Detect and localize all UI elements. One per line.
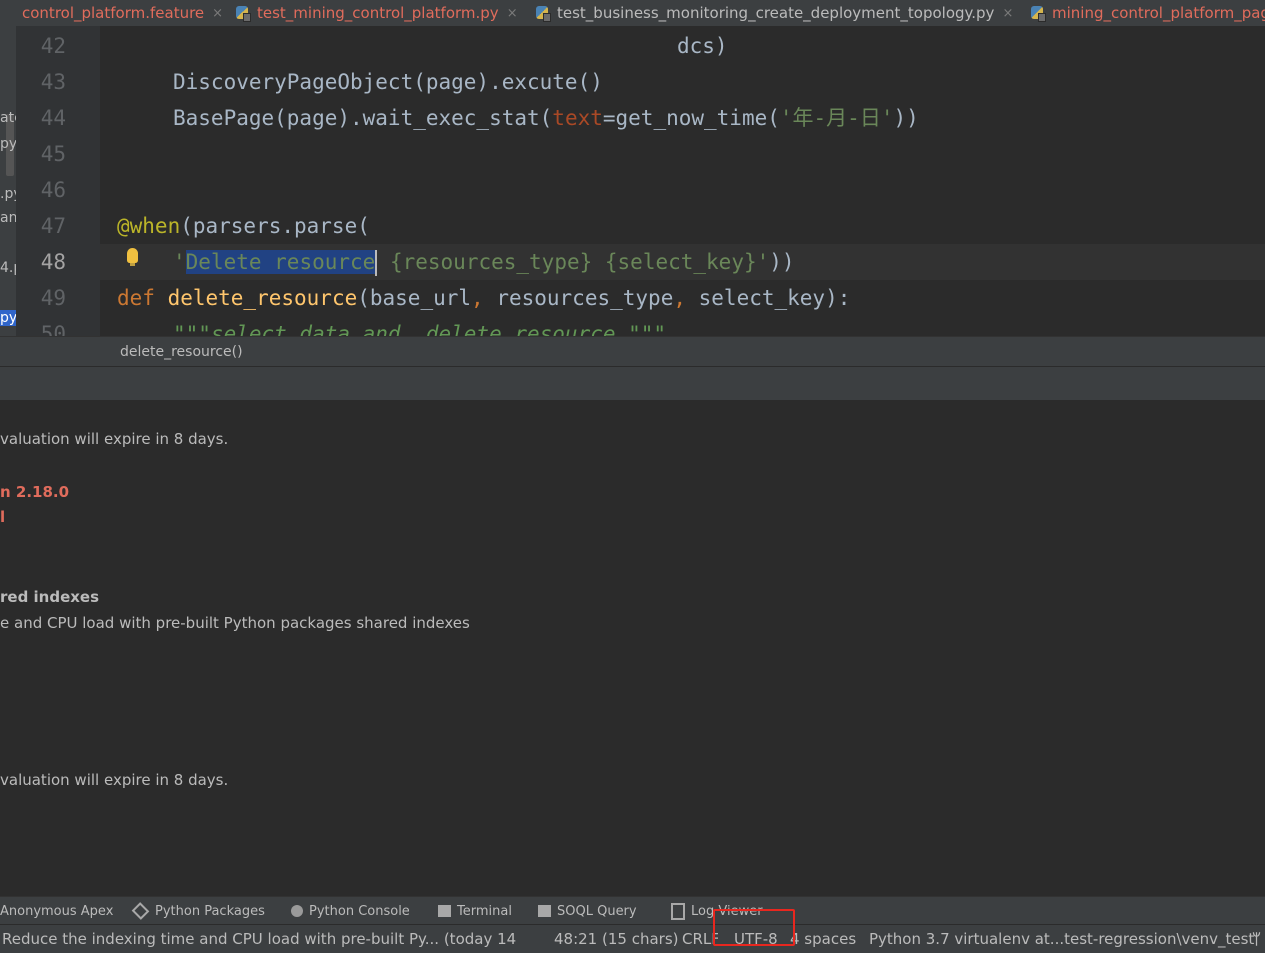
status-bar: Reduce the indexing time and CPU load wi… <box>0 924 1265 953</box>
tool-window-bar: Anonymous Apex Python Packages Python Co… <box>0 896 1265 925</box>
code-line-47: @when(parsers.parse( <box>117 214 370 238</box>
project-item[interactable]: 4.p <box>0 260 16 276</box>
log-line: valuation will expire in 8 days. <box>0 430 229 448</box>
project-item-selected[interactable]: py <box>0 310 16 326</box>
tab-control-platform-feature[interactable]: control_platform.feature × <box>22 0 223 26</box>
log-line: valuation will expire in 8 days. <box>0 771 229 789</box>
close-icon[interactable]: × <box>507 6 518 21</box>
line-number: 47 <box>40 214 66 238</box>
project-panel-edge: ate py .py and 4.p py <box>0 26 16 336</box>
highlight-annotation-box <box>713 909 795 946</box>
python-file-icon <box>536 5 551 22</box>
project-item[interactable]: ate <box>0 110 16 126</box>
line-number: 43 <box>40 70 66 94</box>
project-item[interactable]: py <box>0 136 16 152</box>
line-number: 45 <box>40 142 66 166</box>
tab-test-mining-control-platform[interactable]: test_mining_control_platform.py × <box>236 0 518 26</box>
tool-window-label: Anonymous Apex <box>0 903 114 919</box>
log-viewer-icon <box>671 902 685 920</box>
status-message[interactable]: Reduce the indexing time and CPU load wi… <box>2 925 516 953</box>
python-file-icon <box>236 5 251 22</box>
editor-tab-bar: control_platform.feature × test_mining_c… <box>0 0 1265 27</box>
tab-label: test_mining_control_platform.py <box>257 4 499 22</box>
code-line-49: def delete_resource(base_url, resources_… <box>117 286 851 310</box>
code-line-44: BasePage(page).wait_exec_stat(text=get_n… <box>173 106 919 130</box>
tab-label: test_business_monitoring_create_deployme… <box>557 4 995 22</box>
tool-window-label: Python Packages <box>155 903 265 919</box>
tool-window-python-console[interactable]: Python Console <box>291 897 410 925</box>
status-caret-position[interactable]: 48:21 (15 chars) <box>554 925 678 953</box>
tool-window-header <box>0 366 1265 402</box>
code-line-42: dcs) <box>677 34 728 58</box>
log-line: e and CPU load with pre-built Python pac… <box>0 614 470 632</box>
vcs-branch-icon[interactable]: ᛘ <box>1252 925 1261 953</box>
soql-query-icon <box>538 905 551 917</box>
log-line-title: red indexes <box>0 588 100 606</box>
status-interpreter[interactable]: Python 3.7 virtualenv at...test-regressi… <box>869 925 1254 953</box>
tab-label: control_platform.feature <box>22 4 205 22</box>
code-line-48: 'Delete resource {resources_type} {selec… <box>173 250 795 276</box>
code-line-43: DiscoveryPageObject(page).excute() <box>173 70 603 94</box>
packages-icon <box>131 902 150 920</box>
line-number: 42 <box>40 34 66 58</box>
tab-test-business-monitoring[interactable]: test_business_monitoring_create_deployme… <box>536 0 1013 26</box>
tool-window-python-packages[interactable]: Python Packages <box>131 897 265 925</box>
tool-window-terminal[interactable]: Terminal <box>438 897 512 925</box>
tool-window-label: Python Console <box>309 903 410 919</box>
tab-label: mining_control_platform_pag <box>1052 4 1265 22</box>
lightbulb-icon[interactable] <box>127 248 138 266</box>
python-console-icon <box>291 905 303 917</box>
event-log-output: valuation will expire in 8 days. n 2.18.… <box>0 400 1265 896</box>
line-number-gutter: 42 43 44 45 46 47 48 49 50 <box>16 26 116 346</box>
selected-text: Delete resource <box>185 250 376 274</box>
line-number-current: 48 <box>40 250 66 274</box>
tool-window-label: Terminal <box>457 903 512 919</box>
python-file-icon <box>1031 5 1046 22</box>
project-item[interactable]: and <box>0 210 16 226</box>
breadcrumb-item[interactable]: delete_resource() <box>120 337 243 367</box>
line-number: 44 <box>40 106 66 130</box>
tool-window-soql-query[interactable]: SOQL Query <box>538 897 637 925</box>
log-line-link[interactable]: l <box>0 508 5 526</box>
breadcrumb: delete_resource() <box>0 336 1265 367</box>
terminal-icon <box>438 905 451 917</box>
log-line-update[interactable]: n 2.18.0 <box>0 483 69 501</box>
code-editor[interactable]: dcs) DiscoveryPageObject(page).excute() … <box>100 26 1265 336</box>
code-line-50: """select data and delete resource """ <box>173 322 667 336</box>
tool-window-anonymous-apex[interactable]: Anonymous Apex <box>0 897 113 925</box>
project-item[interactable]: .py <box>0 186 16 202</box>
tab-mining-control-platform-page[interactable]: mining_control_platform_pag <box>1031 0 1265 26</box>
close-icon[interactable]: × <box>1002 6 1013 21</box>
close-icon[interactable]: × <box>212 6 223 21</box>
line-number: 46 <box>40 178 66 202</box>
line-number: 49 <box>40 286 66 310</box>
tool-window-label: SOQL Query <box>557 903 637 919</box>
status-indent[interactable]: 4 spaces <box>790 925 856 953</box>
